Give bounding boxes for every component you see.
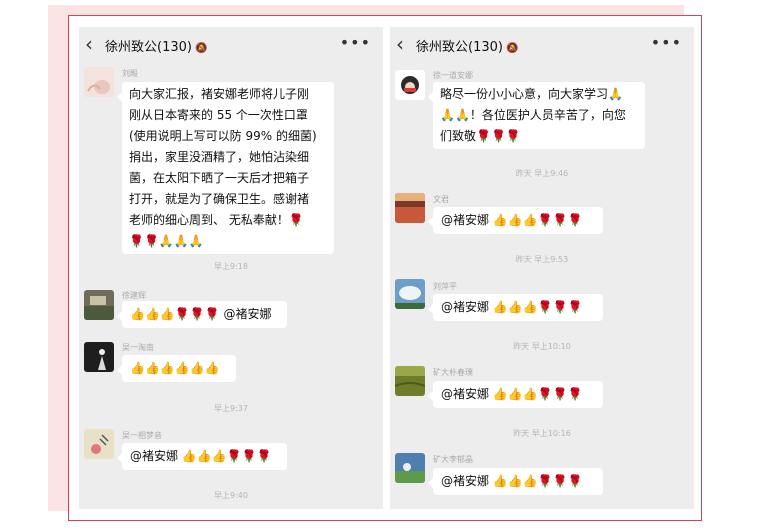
chevron-left-icon[interactable]: ‹ [396, 32, 414, 56]
message-bubble[interactable]: 👍👍👍🌹🌹🌹 @褚安娜 [117, 301, 287, 328]
timestamp: 昨天 早上9:46 [515, 169, 569, 178]
message-line: 🙏🙏！各位医护人员辛苦了，向您 [440, 108, 626, 122]
message-bubble[interactable]: @褚安娜 👍👍👍🌹🌹🌹 [117, 443, 287, 470]
chat-header: ‹ 徐州致公(130) 🔕 ••• [79, 27, 383, 61]
message-line: (使用说明上写可以防 99% 的细菌) [129, 129, 317, 143]
chat-header: ‹ 徐州致公(130) 🔕 ••• [390, 27, 694, 61]
sender-name: 吴一淘南 [122, 343, 154, 352]
chevron-left-icon[interactable]: ‹ [85, 32, 103, 56]
message-bubble[interactable]: 👍👍👍👍👍👍 [117, 355, 236, 382]
message-line: 略尽一份小小心意，向大家学习🙏 [440, 87, 623, 101]
avatar[interactable] [395, 70, 425, 100]
message-bubble[interactable]: 略尽一份小小心意，向大家学习🙏 🙏🙏！各位医护人员辛苦了，向您 们致敬🌹🌹🌹 [428, 82, 645, 149]
chat-screen-left: ‹ 徐州致公(130) 🔕 ••• 刘殿 向大家汇报，褚安娜老师将儿子刚 刚从日本… [79, 27, 383, 509]
chat-title: 徐州致公(130) 🔕 [416, 40, 519, 55]
mute-bell-icon: 🔕 [505, 43, 519, 54]
timestamp: 早上9:18 [214, 262, 248, 271]
message-line: 刚从日本寄来的 55 个一次性口罩 [129, 108, 308, 122]
message-bubble[interactable]: @褚安娜 👍👍👍🌹🌹🌹 [428, 294, 603, 321]
avatar[interactable] [395, 366, 425, 396]
mute-bell-icon: 🔕 [194, 43, 208, 54]
timestamp: 昨天 早上10:16 [513, 429, 571, 438]
sender-name: 文君 [433, 195, 449, 204]
message-bubble[interactable]: 向大家汇报，褚安娜老师将儿子刚 刚从日本寄来的 55 个一次性口罩 (使用说明上… [117, 82, 334, 254]
message-bubble[interactable]: @褚安娜 👍👍👍🌹🌹🌹 [428, 207, 603, 234]
avatar[interactable] [84, 290, 114, 320]
avatar[interactable] [84, 67, 114, 97]
more-dots-icon[interactable]: ••• [651, 33, 682, 52]
message-line: 菌，在太阳下晒了一天后才把箱子 [129, 171, 310, 185]
avatar[interactable] [84, 429, 114, 459]
sender-name: 徐建辉 [122, 291, 146, 300]
avatar[interactable] [395, 453, 425, 483]
message-line: 们致敬🌹🌹🌹 [440, 129, 521, 143]
timestamp: 昨天 早上9:53 [515, 255, 569, 264]
message-bubble[interactable]: @褚安娜 👍👍👍🌹🌹🌹 [428, 381, 603, 408]
sender-name: 吴一相梦音 [122, 431, 162, 440]
more-dots-icon[interactable]: ••• [340, 33, 371, 52]
avatar[interactable] [395, 279, 425, 309]
avatar[interactable] [84, 342, 114, 372]
message-line: 老师的细心周到、 无私奉献！🌹 [129, 213, 304, 227]
timestamp: 昨天 早上10:10 [513, 342, 571, 351]
sender-name: 刘殿 [122, 69, 138, 78]
message-line: 🌹🌹🙏🙏🙏 [129, 234, 204, 248]
chat-screen-right: ‹ 徐州致公(130) 🔕 ••• 徐一道安娜 略尽一份小小心意，向大家学习🙏 🙏… [390, 27, 694, 509]
message-line: 向大家汇报，褚安娜老师将儿子刚 [129, 87, 310, 101]
avatar[interactable] [395, 193, 425, 223]
message-line: 打开，就是为了确保卫生。感谢褚 [129, 192, 310, 206]
sender-name: 刘萍平 [433, 282, 457, 291]
timestamp: 早上9:37 [214, 404, 248, 413]
sender-name: 矿大李郁晶 [433, 455, 473, 464]
chat-title: 徐州致公(130) 🔕 [105, 40, 208, 55]
timestamp: 早上9:40 [214, 491, 248, 500]
message-line: 捐出，家里没酒精了，她怕沾染细 [129, 150, 310, 164]
sender-name: 徐一道安娜 [433, 71, 473, 80]
sender-name: 矿大朴春璞 [433, 368, 473, 377]
message-bubble[interactable]: @褚安娜 👍👍👍🌹🌹🌹 [428, 468, 603, 495]
